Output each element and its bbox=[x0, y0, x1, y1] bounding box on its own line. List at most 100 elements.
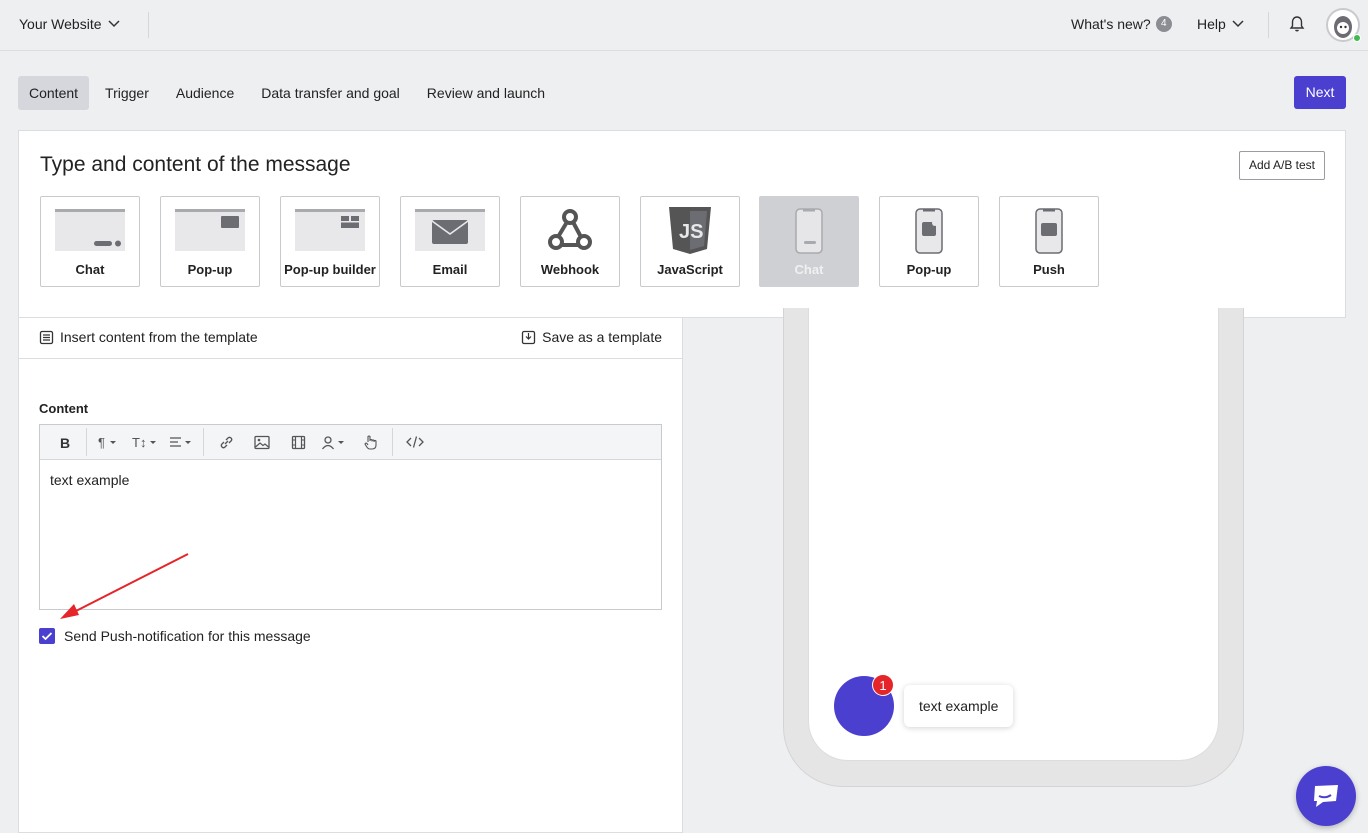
tab-content[interactable]: Content bbox=[18, 76, 90, 110]
type-popup-desktop[interactable]: Pop-up bbox=[160, 196, 260, 287]
push-notification-option: Send Push-notification for this message bbox=[39, 628, 311, 644]
type-label: Pop-up bbox=[906, 262, 952, 277]
save-template-label: Save as a template bbox=[542, 329, 662, 345]
popup-builder-icon bbox=[281, 207, 379, 253]
user-icon bbox=[321, 435, 344, 449]
toolbar-divider bbox=[86, 428, 87, 456]
insert-button-button[interactable] bbox=[356, 428, 384, 456]
bell-icon[interactable] bbox=[1288, 15, 1306, 36]
help-menu[interactable]: Help bbox=[1197, 16, 1244, 32]
website-selector[interactable]: Your Website bbox=[19, 16, 120, 32]
code-icon bbox=[406, 436, 424, 448]
divider bbox=[1268, 12, 1269, 38]
type-push-mobile[interactable]: Push bbox=[999, 196, 1099, 287]
tab-trigger[interactable]: Trigger bbox=[94, 76, 160, 110]
align-button[interactable] bbox=[167, 428, 195, 456]
message-preview-panel: 1 text example bbox=[683, 308, 1346, 833]
javascript-icon: JS bbox=[641, 207, 739, 255]
content-label: Content bbox=[39, 401, 89, 416]
tab-review[interactable]: Review and launch bbox=[416, 76, 556, 110]
bold-icon: B bbox=[60, 436, 70, 449]
tab-data-transfer[interactable]: Data transfer and goal bbox=[250, 76, 411, 110]
checkmark-icon bbox=[41, 632, 53, 641]
svg-text:T↕: T↕ bbox=[132, 435, 146, 449]
unread-count-badge: 1 bbox=[872, 674, 894, 696]
desktop-chat-icon bbox=[41, 207, 139, 253]
hand-pointer-icon bbox=[363, 435, 377, 450]
film-icon bbox=[291, 435, 305, 449]
online-status-dot bbox=[1353, 34, 1361, 42]
mobile-push-icon bbox=[1000, 207, 1098, 255]
paragraph-icon: ¶ bbox=[98, 435, 116, 449]
mobile-popup-icon bbox=[880, 207, 978, 255]
svg-text:¶: ¶ bbox=[98, 435, 105, 449]
svg-text:JS: JS bbox=[679, 221, 703, 243]
type-label: Chat bbox=[75, 262, 105, 277]
paragraph-button[interactable]: ¶ bbox=[95, 428, 123, 456]
toolbar-divider bbox=[203, 428, 204, 456]
divider bbox=[148, 12, 149, 38]
toolbar-divider bbox=[392, 428, 393, 456]
insert-video-button[interactable] bbox=[284, 428, 312, 456]
tab-audience[interactable]: Audience bbox=[165, 76, 245, 110]
type-chat-desktop[interactable]: Chat bbox=[40, 196, 140, 287]
push-notification-checkbox[interactable] bbox=[39, 628, 55, 644]
type-email[interactable]: Email bbox=[400, 196, 500, 287]
chevron-down-icon bbox=[1232, 20, 1244, 28]
chat-message-preview: text example bbox=[904, 685, 1014, 727]
type-popup-mobile[interactable]: Pop-up bbox=[879, 196, 979, 287]
type-label: Pop-up bbox=[187, 262, 233, 277]
text-size-icon: T↕ bbox=[132, 435, 156, 449]
content-editor-panel: Insert content from the template Save as… bbox=[18, 317, 683, 833]
whats-new-link[interactable]: What's new? 4 bbox=[1071, 16, 1172, 32]
whats-new-label: What's new? bbox=[1071, 16, 1151, 32]
desktop-popup-icon bbox=[161, 207, 259, 253]
mobile-chat-icon bbox=[760, 207, 858, 255]
insert-variable-button[interactable] bbox=[320, 428, 348, 456]
template-icon bbox=[39, 330, 54, 344]
template-bar: Insert content from the template Save as… bbox=[19, 318, 682, 359]
editor-text-area[interactable]: text example bbox=[40, 460, 661, 500]
add-ab-test-button[interactable]: Add A/B test bbox=[1238, 151, 1325, 180]
chevron-down-icon bbox=[107, 20, 120, 28]
align-left-icon bbox=[170, 437, 191, 447]
save-template-button[interactable]: Save as a template bbox=[521, 329, 662, 345]
section-title: Type and content of the message bbox=[40, 153, 351, 176]
save-template-icon bbox=[521, 330, 536, 344]
font-size-button[interactable]: T↕ bbox=[131, 428, 159, 456]
rich-text-editor: B ¶ T↕ text example bbox=[39, 424, 662, 610]
image-icon bbox=[254, 435, 270, 449]
whats-new-count-badge: 4 bbox=[1155, 16, 1172, 32]
bold-button[interactable]: B bbox=[50, 428, 78, 456]
link-icon bbox=[220, 436, 232, 448]
type-label: JavaScript bbox=[657, 262, 723, 277]
type-label: Chat bbox=[794, 262, 824, 277]
code-view-button[interactable] bbox=[401, 428, 429, 456]
type-label: Pop-up builder bbox=[284, 262, 376, 277]
push-notification-label: Send Push-notification for this message bbox=[64, 628, 311, 644]
type-webhook[interactable]: Webhook bbox=[520, 196, 620, 287]
type-chat-mobile[interactable]: Chat bbox=[759, 196, 859, 287]
insert-image-button[interactable] bbox=[248, 428, 276, 456]
webhook-icon bbox=[521, 207, 619, 253]
insert-template-button[interactable]: Insert content from the template bbox=[39, 329, 258, 345]
chat-icon bbox=[1314, 785, 1338, 807]
insert-link-button[interactable] bbox=[212, 428, 240, 456]
support-chat-widget[interactable] bbox=[1296, 766, 1356, 826]
type-label: Push bbox=[1033, 262, 1065, 277]
top-bar: Your Website What's new? 4 Help bbox=[0, 0, 1368, 51]
editor-toolbar: B ¶ T↕ bbox=[40, 425, 661, 460]
type-label: Webhook bbox=[540, 262, 600, 277]
phone-frame: 1 text example bbox=[783, 308, 1244, 787]
type-popup-builder[interactable]: Pop-up builder bbox=[280, 196, 380, 287]
phone-screen: 1 text example bbox=[808, 308, 1219, 761]
insert-template-label: Insert content from the template bbox=[60, 329, 258, 345]
step-tabs: Content Trigger Audience Data transfer a… bbox=[18, 76, 561, 110]
next-button[interactable]: Next bbox=[1294, 76, 1346, 109]
svg-text:B: B bbox=[60, 436, 70, 449]
type-javascript[interactable]: JS JavaScript bbox=[640, 196, 740, 287]
email-icon bbox=[401, 207, 499, 253]
help-label: Help bbox=[1197, 16, 1226, 32]
message-type-section: Type and content of the message Add A/B … bbox=[18, 130, 1346, 318]
type-label: Email bbox=[432, 262, 468, 277]
